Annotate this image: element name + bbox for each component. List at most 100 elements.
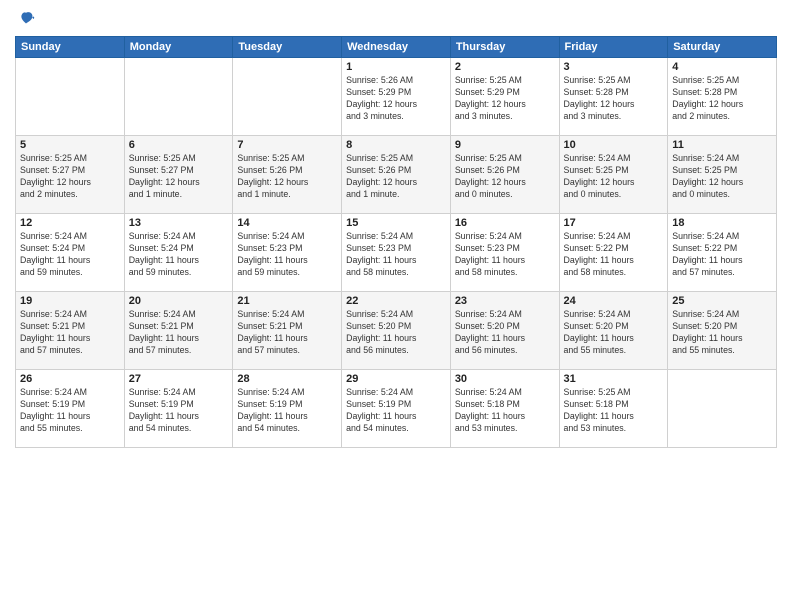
calendar-day-cell: 20Sunrise: 5:24 AM Sunset: 5:21 PM Dayli… — [124, 292, 233, 370]
day-info: Sunrise: 5:25 AM Sunset: 5:29 PM Dayligh… — [455, 75, 555, 123]
calendar-day-cell: 12 Sunrise: 5:24 AM Sunset: 5:24 PM Dayli… — [16, 214, 125, 292]
day-number: 28 — [237, 373, 337, 385]
calendar-day-cell: 9 Sunrise: 5:25 AM Sunset: 5:26 PM Daylig… — [450, 136, 559, 214]
day-info: Sunrise: 5:24 AM Sunset: 5:19 PM Dayligh… — [129, 387, 229, 435]
day-info: Sunrise: 5:25 AM Sunset: 5:26 PM Dayligh… — [346, 153, 446, 201]
day-number: 16 — [455, 217, 555, 229]
calendar-day-cell: 13 Sunrise: 5:24 AM Sunset: 5:24 PM Dayli… — [124, 214, 233, 292]
day-number: 24 — [564, 295, 664, 307]
calendar-day-cell: 15 Sunrise: 5:24 AM Sunset: 5:23 PM Dayli… — [342, 214, 451, 292]
day-number: 29 — [346, 373, 446, 385]
calendar-day-cell: 11Sunrise: 5:24 AM Sunset: 5:25 PM Dayli… — [668, 136, 777, 214]
calendar-day-cell: 4 Sunrise: 5:25 AM Sunset: 5:28 PM Daylig… — [668, 58, 777, 136]
day-info: Sunrise: 5:25 AM Sunset: 5:26 PM Dayligh… — [237, 153, 337, 201]
day-number: 18 — [672, 217, 772, 229]
calendar-day-cell: 8Sunrise: 5:25 AM Sunset: 5:26 PM Daylig… — [342, 136, 451, 214]
day-number: 3 — [564, 61, 664, 73]
day-number: 10 — [564, 139, 664, 151]
day-info: Sunrise: 5:24 AM Sunset: 5:25 PM Dayligh… — [564, 153, 664, 201]
day-number: 9 — [455, 139, 555, 151]
day-info: Sunrise: 5:24 AM Sunset: 5:22 PM Dayligh… — [564, 231, 664, 279]
calendar-day-cell — [16, 58, 125, 136]
day-number: 1 — [346, 61, 446, 73]
calendar-day-cell: 10 Sunrise: 5:24 AM Sunset: 5:25 PM Dayli… — [559, 136, 668, 214]
day-info: Sunrise: 5:25 AM Sunset: 5:26 PM Dayligh… — [455, 153, 555, 201]
day-number: 6 — [129, 139, 229, 151]
day-info: Sunrise: 5:24 AM Sunset: 5:23 PM Dayligh… — [455, 231, 555, 279]
calendar-day-header: Friday — [559, 37, 668, 58]
day-info: Sunrise: 5:24 AM Sunset: 5:21 PM Dayligh… — [237, 309, 337, 357]
calendar-week-row: 1Sunrise: 5:26 AM Sunset: 5:29 PM Daylig… — [16, 58, 777, 136]
calendar-day-header: Saturday — [668, 37, 777, 58]
calendar-day-cell: 17 Sunrise: 5:24 AM Sunset: 5:22 PM Dayli… — [559, 214, 668, 292]
day-info: Sunrise: 5:25 AM Sunset: 5:27 PM Dayligh… — [20, 153, 120, 201]
calendar-day-cell: 18 Sunrise: 5:24 AM Sunset: 5:22 PM Dayli… — [668, 214, 777, 292]
day-number: 12 — [20, 217, 120, 229]
day-number: 22 — [346, 295, 446, 307]
calendar-day-cell: 1Sunrise: 5:26 AM Sunset: 5:29 PM Daylig… — [342, 58, 451, 136]
calendar-day-cell: 22Sunrise: 5:24 AM Sunset: 5:20 PM Dayli… — [342, 292, 451, 370]
calendar-day-header: Thursday — [450, 37, 559, 58]
calendar-day-cell: 26 Sunrise: 5:24 AM Sunset: 5:19 PM Dayli… — [16, 370, 125, 448]
calendar-day-cell: 5 Sunrise: 5:25 AM Sunset: 5:27 PM Daylig… — [16, 136, 125, 214]
day-number: 15 — [346, 217, 446, 229]
calendar-day-cell: 16 Sunrise: 5:24 AM Sunset: 5:23 PM Dayli… — [450, 214, 559, 292]
day-number: 27 — [129, 373, 229, 385]
day-number: 7 — [237, 139, 337, 151]
day-number: 23 — [455, 295, 555, 307]
logo — [15, 10, 35, 28]
calendar-day-cell: 19Sunrise: 5:24 AM Sunset: 5:21 PM Dayli… — [16, 292, 125, 370]
calendar-day-cell: 24 Sunrise: 5:24 AM Sunset: 5:20 PM Dayli… — [559, 292, 668, 370]
day-info: Sunrise: 5:24 AM Sunset: 5:20 PM Dayligh… — [672, 309, 772, 357]
calendar-day-header: Wednesday — [342, 37, 451, 58]
calendar-day-cell — [668, 370, 777, 448]
header — [15, 10, 777, 28]
calendar-day-cell: 27 Sunrise: 5:24 AM Sunset: 5:19 PM Dayli… — [124, 370, 233, 448]
day-info: Sunrise: 5:24 AM Sunset: 5:20 PM Dayligh… — [564, 309, 664, 357]
day-number: 26 — [20, 373, 120, 385]
day-info: Sunrise: 5:24 AM Sunset: 5:18 PM Dayligh… — [455, 387, 555, 435]
calendar-day-cell: 29Sunrise: 5:24 AM Sunset: 5:19 PM Dayli… — [342, 370, 451, 448]
day-number: 11 — [672, 139, 772, 151]
day-info: Sunrise: 5:25 AM Sunset: 5:18 PM Dayligh… — [564, 387, 664, 435]
calendar-day-header: Tuesday — [233, 37, 342, 58]
day-number: 2 — [455, 61, 555, 73]
day-info: Sunrise: 5:24 AM Sunset: 5:24 PM Dayligh… — [20, 231, 120, 279]
day-number: 13 — [129, 217, 229, 229]
calendar-day-header: Monday — [124, 37, 233, 58]
calendar-day-header: Sunday — [16, 37, 125, 58]
page: SundayMondayTuesdayWednesdayThursdayFrid… — [0, 0, 792, 612]
day-info: Sunrise: 5:25 AM Sunset: 5:27 PM Dayligh… — [129, 153, 229, 201]
day-info: Sunrise: 5:25 AM Sunset: 5:28 PM Dayligh… — [564, 75, 664, 123]
day-number: 5 — [20, 139, 120, 151]
day-number: 4 — [672, 61, 772, 73]
calendar-week-row: 12 Sunrise: 5:24 AM Sunset: 5:24 PM Dayli… — [16, 214, 777, 292]
calendar-table: SundayMondayTuesdayWednesdayThursdayFrid… — [15, 36, 777, 448]
day-info: Sunrise: 5:25 AM Sunset: 5:28 PM Dayligh… — [672, 75, 772, 123]
day-info: Sunrise: 5:24 AM Sunset: 5:20 PM Dayligh… — [455, 309, 555, 357]
day-number: 31 — [564, 373, 664, 385]
calendar-day-cell: 7 Sunrise: 5:25 AM Sunset: 5:26 PM Daylig… — [233, 136, 342, 214]
day-number: 19 — [20, 295, 120, 307]
day-info: Sunrise: 5:24 AM Sunset: 5:23 PM Dayligh… — [346, 231, 446, 279]
day-number: 20 — [129, 295, 229, 307]
calendar-week-row: 26 Sunrise: 5:24 AM Sunset: 5:19 PM Dayli… — [16, 370, 777, 448]
calendar-day-cell: 21Sunrise: 5:24 AM Sunset: 5:21 PM Dayli… — [233, 292, 342, 370]
day-info: Sunrise: 5:24 AM Sunset: 5:19 PM Dayligh… — [20, 387, 120, 435]
calendar-day-cell: 3 Sunrise: 5:25 AM Sunset: 5:28 PM Daylig… — [559, 58, 668, 136]
day-number: 25 — [672, 295, 772, 307]
calendar-week-row: 5 Sunrise: 5:25 AM Sunset: 5:27 PM Daylig… — [16, 136, 777, 214]
day-info: Sunrise: 5:24 AM Sunset: 5:24 PM Dayligh… — [129, 231, 229, 279]
day-info: Sunrise: 5:24 AM Sunset: 5:19 PM Dayligh… — [237, 387, 337, 435]
day-number: 17 — [564, 217, 664, 229]
calendar-day-cell: 2 Sunrise: 5:25 AM Sunset: 5:29 PM Daylig… — [450, 58, 559, 136]
calendar-day-cell: 14Sunrise: 5:24 AM Sunset: 5:23 PM Dayli… — [233, 214, 342, 292]
calendar-day-cell: 31 Sunrise: 5:25 AM Sunset: 5:18 PM Dayli… — [559, 370, 668, 448]
calendar-day-cell: 30Sunrise: 5:24 AM Sunset: 5:18 PM Dayli… — [450, 370, 559, 448]
day-info: Sunrise: 5:24 AM Sunset: 5:22 PM Dayligh… — [672, 231, 772, 279]
calendar-day-cell: 6 Sunrise: 5:25 AM Sunset: 5:27 PM Daylig… — [124, 136, 233, 214]
day-info: Sunrise: 5:24 AM Sunset: 5:23 PM Dayligh… — [237, 231, 337, 279]
calendar-day-cell: 23 Sunrise: 5:24 AM Sunset: 5:20 PM Dayli… — [450, 292, 559, 370]
calendar-day-cell: 25 Sunrise: 5:24 AM Sunset: 5:20 PM Dayli… — [668, 292, 777, 370]
calendar-day-cell: 28 Sunrise: 5:24 AM Sunset: 5:19 PM Dayli… — [233, 370, 342, 448]
